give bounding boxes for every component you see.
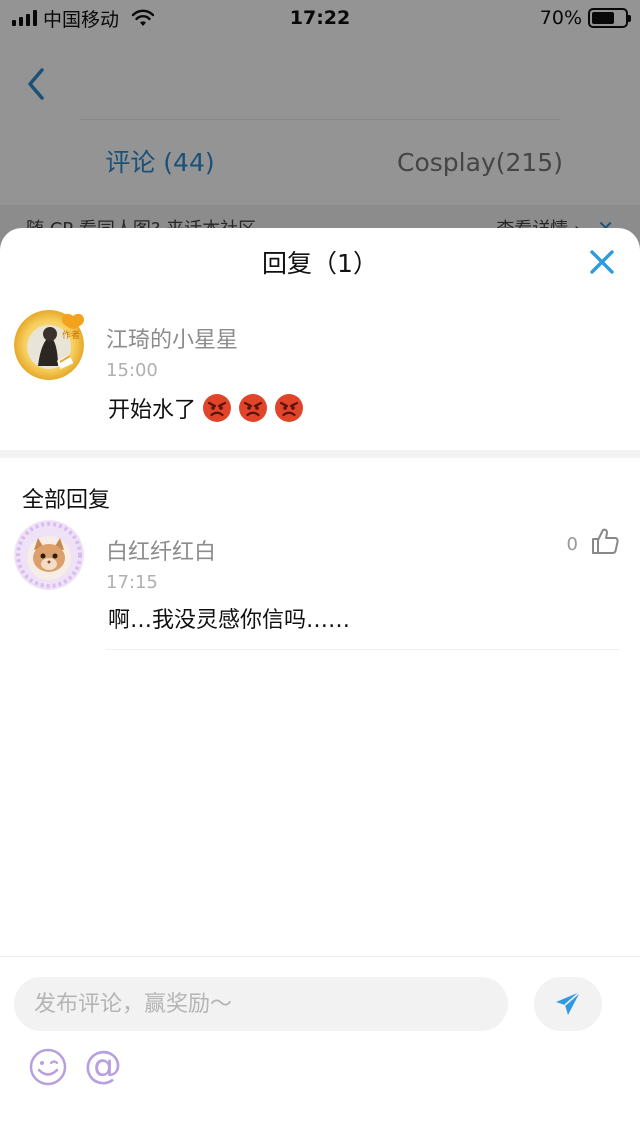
send-icon [556, 991, 581, 1015]
sheet-title: 回复（1） [262, 249, 378, 278]
send-button[interactable] [534, 977, 602, 1031]
comment-body: 开始水了 [108, 398, 197, 423]
main-comment: 作者 江琦的小星星 15:00 开始水了 [0, 298, 640, 450]
angry-face-icon [239, 394, 268, 422]
reply-sheet: 回复（1） 作者 江琦的小星星 15:00 开始水了 全部回复 白红纤红白 17… [0, 228, 640, 1138]
mention-icon[interactable]: @ [84, 1043, 122, 1087]
reply-avatar-image [14, 520, 84, 590]
author-badge-label: 作者 [62, 331, 81, 341]
section-divider [0, 450, 640, 458]
avatar[interactable] [14, 520, 84, 590]
all-replies-label: 全部回复 [22, 488, 111, 513]
comment-text: 开始水了 [108, 392, 304, 424]
thumbs-up-icon[interactable] [590, 526, 620, 556]
reply-item: 白红纤红白 17:15 啊…我没灵感你信吗…… 0 [0, 514, 640, 664]
angry-face-icon [203, 394, 232, 422]
comment-input[interactable] [14, 977, 508, 1031]
author-badge [62, 313, 84, 329]
comment-text: 啊…我没灵感你信吗…… [108, 608, 351, 633]
sheet-header: 回复（1） [0, 228, 640, 298]
comment-time: 17:15 [106, 572, 158, 593]
user-name[interactable]: 江琦的小星星 [106, 322, 238, 354]
emoji-picker-icon[interactable] [28, 1047, 68, 1087]
comment-input-bar: @ [0, 956, 640, 1138]
like-count: 0 [566, 534, 578, 555]
close-icon[interactable] [588, 248, 616, 276]
reply-divider [106, 649, 620, 650]
angry-face-icon [275, 394, 304, 422]
comment-time: 15:00 [106, 360, 158, 381]
user-name[interactable]: 白红纤红白 [106, 534, 216, 566]
